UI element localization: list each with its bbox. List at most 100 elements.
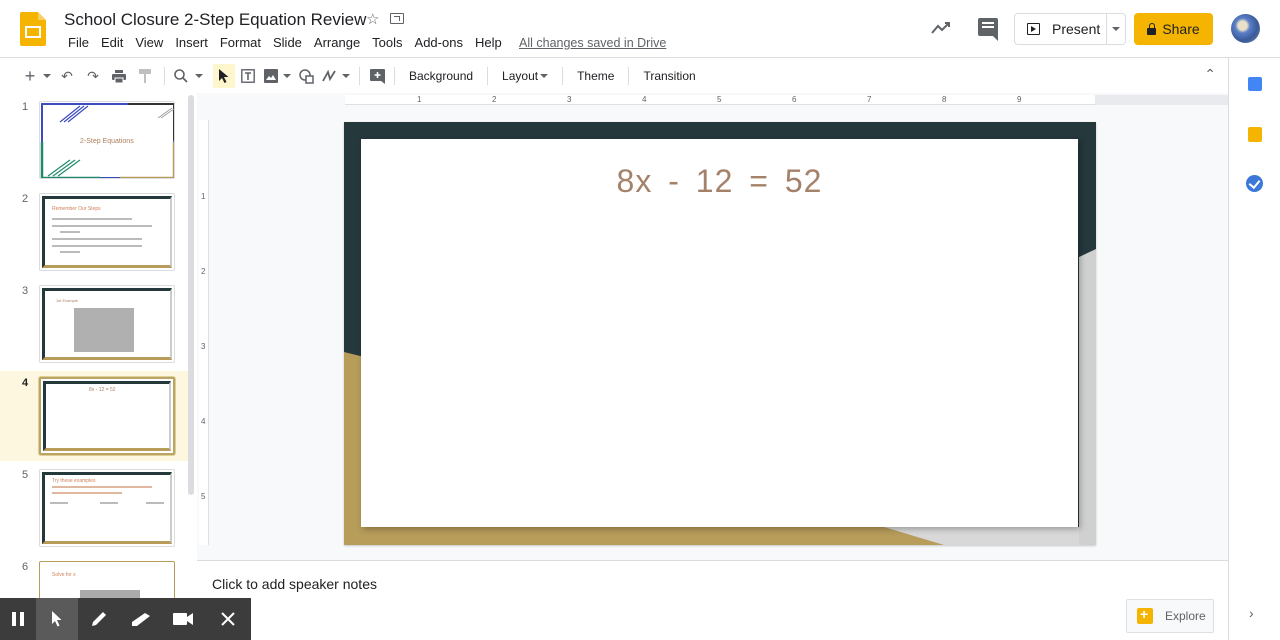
ruler-mark: 7 xyxy=(867,95,872,104)
camera-button[interactable] xyxy=(162,598,204,640)
slide-content-area[interactable]: 8x - 12 = 52 xyxy=(361,139,1078,527)
document-title[interactable]: School Closure 2-Step Equation Review xyxy=(64,10,366,30)
filmstrip-slide-4[interactable]: 4 8x - 12 = 52 xyxy=(0,371,188,461)
slide-thumbnail[interactable]: Try these examples xyxy=(39,469,175,547)
slide-thumbnail[interactable]: Remember Our Steps xyxy=(39,193,175,271)
redo-icon: ↷ xyxy=(87,67,99,84)
menu-addons[interactable]: Add-ons xyxy=(411,35,467,50)
redo-button[interactable]: ↷ xyxy=(80,64,106,88)
ruler-mark: 1 xyxy=(201,192,206,201)
eraser-tool-button[interactable] xyxy=(120,598,162,640)
ruler-mark: 3 xyxy=(567,95,572,104)
filmstrip-slide-6[interactable]: 6 Solve for x xyxy=(0,555,188,600)
chevron-right-icon[interactable]: › xyxy=(1249,605,1254,621)
slide-number: 2 xyxy=(22,193,29,205)
account-avatar[interactable] xyxy=(1231,14,1260,43)
add-comment-button[interactable] xyxy=(366,64,388,88)
filmstrip-slide-3[interactable]: 3 1st Example xyxy=(0,279,188,369)
activity-dashboard-icon[interactable] xyxy=(931,18,953,38)
zoom-button[interactable] xyxy=(171,64,191,88)
menu-help[interactable]: Help xyxy=(471,35,506,50)
speaker-notes[interactable]: Click to add speaker notes xyxy=(212,576,377,592)
comments-icon[interactable] xyxy=(978,18,998,41)
explore-button[interactable]: Explore xyxy=(1126,599,1214,633)
shape-button[interactable] xyxy=(293,64,319,88)
slide-thumbnail[interactable]: Solve for x xyxy=(39,561,175,600)
current-slide[interactable]: 8x - 12 = 52 xyxy=(344,122,1096,545)
slide-thumbnail[interactable]: 1st Example xyxy=(39,285,175,363)
menu-format[interactable]: Format xyxy=(216,35,265,50)
notes-resize-handle[interactable] xyxy=(197,560,1228,566)
new-slide-button[interactable]: + xyxy=(20,64,40,88)
image-icon xyxy=(264,69,278,83)
pen-tool-button[interactable] xyxy=(78,598,120,640)
menu-tools[interactable]: Tools xyxy=(368,35,406,50)
insert-image-dropdown[interactable] xyxy=(281,64,293,88)
move-to-folder-icon[interactable] xyxy=(390,13,404,24)
share-button[interactable]: Share xyxy=(1134,13,1213,45)
toolbar-divider xyxy=(628,67,630,85)
insert-image-button[interactable] xyxy=(261,64,281,88)
filmstrip-slide-5[interactable]: 5 Try these examples xyxy=(0,463,188,553)
header: School Closure 2-Step Equation Review ☆ … xyxy=(0,0,1280,58)
collapse-menus-icon[interactable]: ⌃ xyxy=(1204,66,1216,83)
line-button[interactable] xyxy=(319,64,339,88)
keep-icon[interactable] xyxy=(1248,127,1262,142)
present-dropdown-button[interactable] xyxy=(1107,14,1125,44)
side-panel: › xyxy=(1228,58,1280,640)
menu-view[interactable]: View xyxy=(131,35,167,50)
pointer-tool-button[interactable] xyxy=(36,598,78,640)
zoom-dropdown[interactable] xyxy=(191,64,207,88)
ruler-margin xyxy=(1095,95,1228,105)
present-button[interactable]: Present xyxy=(1015,14,1107,44)
select-tool-button[interactable] xyxy=(213,64,235,88)
calendar-icon[interactable] xyxy=(1248,77,1262,91)
filmstrip-slide-1[interactable]: 1 2-Step Equations xyxy=(0,95,188,185)
theme-button[interactable]: Theme xyxy=(569,69,622,83)
close-annotation-button[interactable] xyxy=(204,598,251,640)
slide-number: 6 xyxy=(22,561,29,573)
vertical-ruler[interactable]: 1 2 3 4 5 xyxy=(199,120,209,545)
ruler-mark: 2 xyxy=(201,267,206,276)
slide-thumbnail[interactable]: 8x - 12 = 52 xyxy=(39,377,175,455)
filmstrip-slide-2[interactable]: 2 Remember Our Steps xyxy=(0,187,188,277)
present-label: Present xyxy=(1052,21,1101,37)
star-icon[interactable]: ☆ xyxy=(366,10,379,28)
transition-button[interactable]: Transition xyxy=(635,69,703,83)
horizontal-ruler[interactable]: 1 2 3 4 5 6 7 8 9 xyxy=(345,95,1095,105)
slide-thumbnail[interactable]: 2-Step Equations xyxy=(39,101,175,179)
new-slide-layout-dropdown[interactable] xyxy=(40,64,54,88)
slide-3-photo xyxy=(74,308,134,352)
slides-logo-icon[interactable] xyxy=(20,12,46,46)
slide-1-title: 2-Step Equations xyxy=(80,138,134,145)
text-box-button[interactable] xyxy=(235,64,261,88)
pause-button[interactable] xyxy=(0,598,36,640)
undo-button[interactable]: ↶ xyxy=(54,64,80,88)
menu-slide[interactable]: Slide xyxy=(269,35,306,50)
paint-format-button[interactable] xyxy=(132,64,158,88)
menu-arrange[interactable]: Arrange xyxy=(310,35,364,50)
layout-button[interactable]: Layout xyxy=(494,69,540,83)
text-box-icon xyxy=(241,69,255,83)
slides-app: School Closure 2-Step Equation Review ☆ … xyxy=(0,0,1280,640)
toolbar-divider xyxy=(487,67,489,85)
print-button[interactable] xyxy=(106,64,132,88)
menu-edit[interactable]: Edit xyxy=(97,35,127,50)
undo-icon: ↶ xyxy=(61,67,73,84)
menu-file[interactable]: File xyxy=(64,35,93,50)
slide-3-title: 1st Example xyxy=(56,298,79,303)
close-icon xyxy=(220,612,235,626)
tasks-icon[interactable] xyxy=(1246,175,1263,192)
ruler-mark: 8 xyxy=(942,95,947,104)
share-label: Share xyxy=(1162,21,1200,37)
menu-insert[interactable]: Insert xyxy=(171,35,212,50)
save-status-link[interactable]: All changes saved in Drive xyxy=(519,36,666,50)
filmstrip-scrollbar[interactable] xyxy=(188,95,194,495)
line-dropdown[interactable] xyxy=(339,64,353,88)
zoom-icon xyxy=(174,69,188,83)
slide-4-title: 8x - 12 = 52 xyxy=(89,387,116,393)
menubar: File Edit View Insert Format Slide Arran… xyxy=(64,35,510,50)
equation-text[interactable]: 8x - 12 = 52 xyxy=(361,163,1078,200)
chevron-down-icon xyxy=(1112,27,1120,31)
background-button[interactable]: Background xyxy=(401,69,481,83)
